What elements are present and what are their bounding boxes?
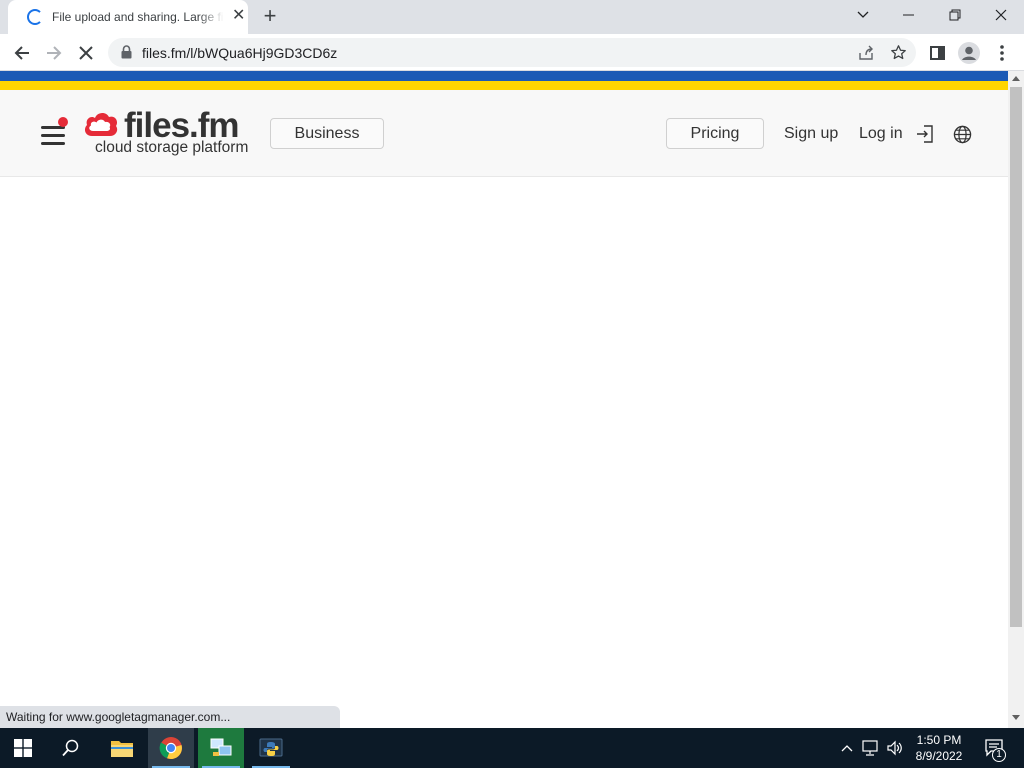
- back-button[interactable]: [9, 40, 35, 66]
- minimize-icon: [903, 14, 914, 16]
- file-explorer-taskbar-button[interactable]: [99, 728, 145, 768]
- menu-button[interactable]: [41, 117, 68, 146]
- notification-dot-icon: [58, 117, 68, 127]
- close-window-button[interactable]: [978, 0, 1024, 30]
- notification-count-badge: 1: [992, 748, 1006, 762]
- new-tab-button[interactable]: +: [258, 5, 282, 29]
- address-bar[interactable]: files.fm/l/bWQua6Hj9GD3CD6z: [108, 38, 916, 67]
- ukraine-flag-yellow-stripe: [0, 81, 1008, 90]
- speaker-icon: [887, 740, 902, 756]
- windows-logo-icon: [14, 739, 32, 757]
- browser-menu-button[interactable]: [989, 40, 1015, 66]
- side-panel-icon: [929, 46, 945, 60]
- network-tray-button[interactable]: [860, 728, 882, 768]
- browser-tab[interactable]: File upload and sharing. Large files ✕: [8, 0, 248, 34]
- profile-button[interactable]: [956, 40, 982, 66]
- side-panel-button[interactable]: [924, 40, 950, 66]
- browser-toolbar: files.fm/l/bWQua6Hj9GD3CD6z: [0, 34, 1024, 71]
- avatar-icon: [958, 42, 980, 64]
- taskbar-clock[interactable]: 1:50 PM 8/9/2022: [906, 732, 972, 764]
- login-icon[interactable]: [915, 124, 935, 144]
- volume-tray-button[interactable]: [884, 728, 906, 768]
- url-text: files.fm/l/bWQua6Hj9GD3CD6z: [142, 45, 338, 61]
- scrollbar-thumb[interactable]: [1010, 87, 1022, 627]
- logo-subtitle: cloud storage platform: [95, 139, 249, 156]
- globe-language-icon[interactable]: [953, 125, 972, 144]
- restore-icon: [949, 9, 961, 21]
- chevron-up-icon: [841, 745, 853, 752]
- browser-tabstrip: File upload and sharing. Large files ✕ +: [0, 0, 1024, 34]
- tab-title: File upload and sharing. Large files: [52, 10, 224, 24]
- site-logo[interactable]: files.fm cloud storage platform: [82, 108, 254, 158]
- python-icon: [259, 738, 283, 757]
- restore-button[interactable]: [932, 0, 978, 30]
- site-header: files.fm cloud storage platform Business…: [0, 90, 1008, 177]
- scroll-up-icon[interactable]: [1012, 75, 1020, 81]
- search-button[interactable]: [48, 728, 94, 768]
- loading-spinner-icon: [27, 9, 43, 25]
- show-hidden-icons-button[interactable]: [838, 728, 856, 768]
- action-center-button[interactable]: 1: [980, 728, 1010, 768]
- arrow-left-icon: [14, 46, 29, 60]
- kebab-menu-icon: [1000, 45, 1004, 61]
- close-icon: [995, 9, 1007, 21]
- star-bookmark-icon[interactable]: [890, 44, 907, 61]
- network-icon: [862, 740, 878, 756]
- business-button[interactable]: Business: [270, 118, 384, 149]
- minimize-button[interactable]: [886, 0, 932, 30]
- clock-time: 1:50 PM: [916, 733, 962, 747]
- scroll-down-icon[interactable]: [1012, 715, 1020, 721]
- windows-taskbar: 1:50 PM 8/9/2022 1: [0, 728, 1024, 768]
- search-icon: [62, 739, 79, 757]
- stop-loading-button[interactable]: [73, 40, 99, 66]
- folder-icon: [111, 741, 133, 757]
- tab-search-button[interactable]: [840, 0, 886, 30]
- forward-button[interactable]: [41, 40, 67, 66]
- lock-icon[interactable]: [121, 45, 132, 59]
- python-taskbar-button[interactable]: [248, 728, 294, 768]
- chevron-down-icon: [857, 11, 869, 18]
- share-icon[interactable]: [858, 45, 874, 61]
- clock-date: 8/9/2022: [915, 749, 963, 763]
- stop-icon: [79, 46, 93, 60]
- page-scrollbar[interactable]: [1008, 71, 1024, 728]
- remote-app-taskbar-button[interactable]: [198, 728, 244, 768]
- arrow-right-icon: [47, 46, 62, 60]
- pricing-button[interactable]: Pricing: [666, 118, 764, 149]
- network-computer-icon: [210, 738, 232, 756]
- signup-link[interactable]: Sign up: [784, 125, 838, 143]
- start-button[interactable]: [0, 728, 46, 768]
- chrome-taskbar-button[interactable]: [148, 728, 194, 768]
- browser-status-bar: Waiting for www.googletagmanager.com...: [0, 706, 340, 728]
- login-link[interactable]: Log in: [859, 125, 903, 143]
- chrome-icon: [159, 737, 182, 760]
- tab-close-icon[interactable]: ✕: [232, 8, 245, 24]
- cloud-logo-icon: [84, 112, 118, 136]
- ukraine-flag-blue-stripe: [0, 71, 1008, 81]
